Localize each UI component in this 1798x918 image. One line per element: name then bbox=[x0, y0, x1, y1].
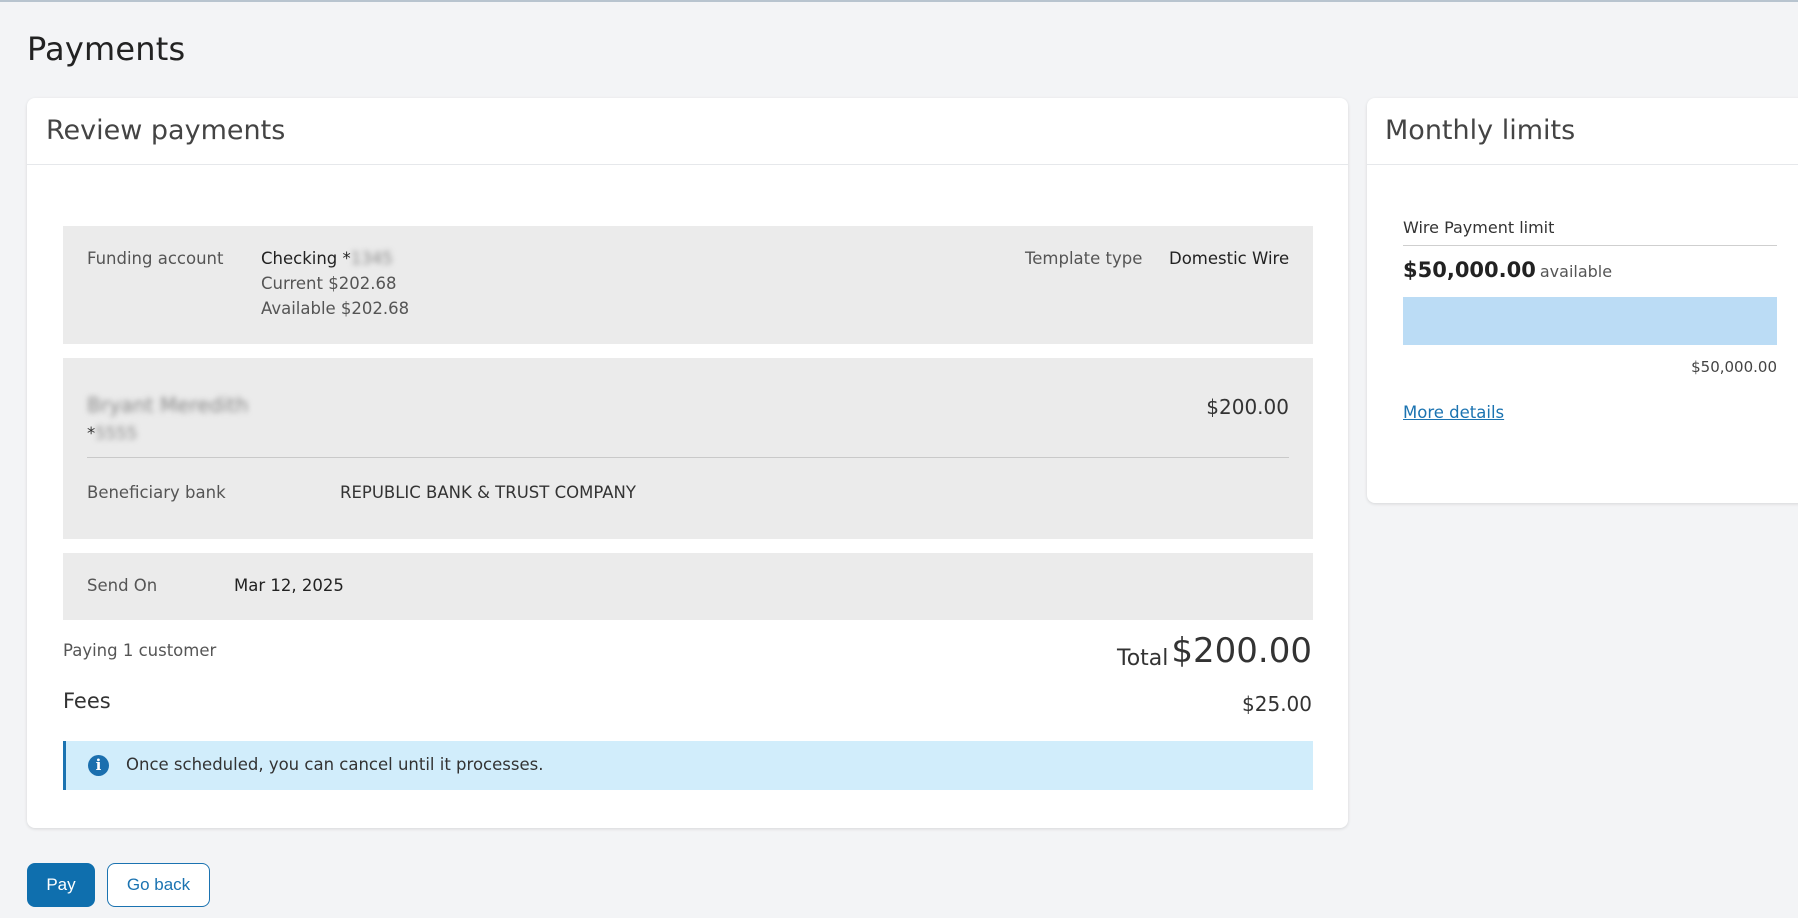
current-balance: Current $202.68 bbox=[261, 274, 397, 293]
account-number-masked: 1345 bbox=[350, 249, 393, 268]
go-back-button[interactable]: Go back bbox=[107, 863, 210, 907]
send-on-label: Send On bbox=[87, 576, 158, 595]
review-card-header: Review payments bbox=[27, 98, 1348, 165]
total-label: Total bbox=[1117, 646, 1169, 671]
limit-divider bbox=[1403, 245, 1777, 246]
limit-available-word: available bbox=[1539, 262, 1613, 281]
available-balance: Available $202.68 bbox=[261, 299, 410, 318]
funding-account-panel: Funding account Checking *1345 Current $… bbox=[63, 226, 1313, 344]
pay-button[interactable]: Pay bbox=[27, 863, 95, 907]
limits-card-header: Monthly limits bbox=[1367, 98, 1798, 165]
beneficiary-amount: $200.00 bbox=[1206, 395, 1289, 419]
review-payments-card: Review payments Funding account Checking… bbox=[27, 98, 1348, 828]
beneficiary-divider bbox=[87, 457, 1289, 458]
beneficiary-account: *5555 bbox=[87, 424, 137, 443]
info-banner-text: Once scheduled, you can cancel until it … bbox=[126, 755, 544, 774]
beneficiary-account-prefix: * bbox=[87, 424, 96, 443]
template-type-label: Template type bbox=[1025, 249, 1143, 268]
send-on-panel: Send On Mar 12, 2025 bbox=[63, 553, 1313, 620]
page-title: Payments bbox=[27, 30, 186, 68]
limit-progress-fill bbox=[1403, 297, 1777, 345]
monthly-limits-card: Monthly limits Wire Payment limit $50,00… bbox=[1367, 98, 1798, 503]
send-on-date: Mar 12, 2025 bbox=[234, 576, 344, 595]
limit-max-value: $50,000.00 bbox=[1691, 358, 1777, 376]
beneficiary-panel: Bryant Meredith *5555 $200.00 Beneficiar… bbox=[63, 358, 1313, 539]
fees-value: $25.00 bbox=[1242, 692, 1312, 716]
template-type-value: Domestic Wire bbox=[1169, 249, 1290, 268]
info-banner: i Once scheduled, you can cancel until i… bbox=[63, 741, 1313, 790]
more-details-link[interactable]: More details bbox=[1403, 403, 1504, 422]
paying-count: Paying 1 customer bbox=[63, 641, 217, 660]
info-icon: i bbox=[88, 755, 109, 776]
wire-limit-label: Wire Payment limit bbox=[1403, 218, 1555, 237]
beneficiary-name: Bryant Meredith bbox=[87, 393, 249, 417]
account-name-text: Checking * bbox=[261, 249, 351, 268]
beneficiary-bank-value: REPUBLIC BANK & TRUST COMPANY bbox=[340, 483, 636, 502]
total-value: $200.00 bbox=[1171, 631, 1312, 671]
limit-amount: $50,000.00 available bbox=[1403, 258, 1612, 282]
limit-progress-bar bbox=[1403, 297, 1777, 345]
funding-account-name: Checking *1345 bbox=[261, 249, 393, 268]
top-border bbox=[0, 0, 1798, 2]
funding-account-label: Funding account bbox=[87, 249, 224, 268]
limit-amount-value: $50,000.00 bbox=[1403, 258, 1536, 282]
fees-label: Fees bbox=[63, 689, 111, 713]
beneficiary-bank-label: Beneficiary bank bbox=[87, 483, 226, 502]
beneficiary-account-masked: 5555 bbox=[95, 424, 138, 443]
